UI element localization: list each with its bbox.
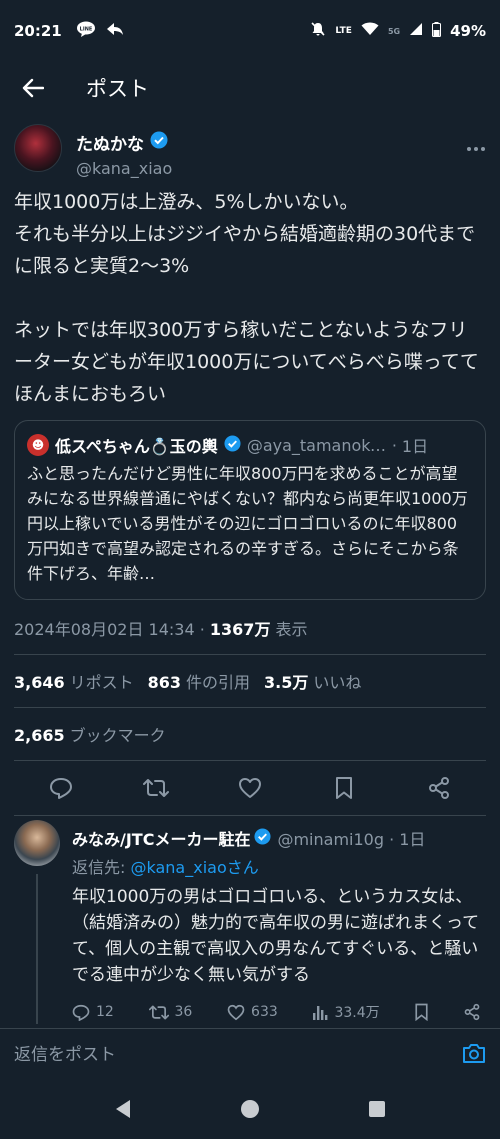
post-views-label: 表示 xyxy=(270,620,308,639)
more-options-icon[interactable] xyxy=(466,136,486,157)
battery-icon xyxy=(432,21,442,41)
wifi-icon xyxy=(361,22,379,40)
bookmark-count-link[interactable]: 2,665 ブックマーク xyxy=(14,722,166,746)
quote-avatar: ☻ xyxy=(27,434,49,456)
quote-label: 件の引用 xyxy=(186,673,251,692)
nav-back-icon[interactable] xyxy=(114,1099,132,1123)
verified-badge-icon xyxy=(224,434,241,456)
quoted-post[interactable]: ☻ 低スペちゃん💍玉の輿 @aya_tamanoko... · 1日 ふと思った… xyxy=(14,420,486,600)
bookmark-count: 2,665 xyxy=(14,726,65,745)
post-datetime: 2024年08月02日 14:34 · xyxy=(14,620,210,639)
share-icon[interactable] xyxy=(424,773,454,803)
post-text: 年収1000万は上澄み、5%しかいない。 それも半分以上はジジイやから結婚適齢期… xyxy=(14,191,479,405)
repost-icon[interactable] xyxy=(141,773,171,803)
reply-to-user-link[interactable]: @kana_xiaoさん xyxy=(130,858,258,877)
quote-text: ふと思ったんだけど男性に年収800万円を求めることが高望みになる世界線普通にやば… xyxy=(27,464,468,583)
reply-composer xyxy=(0,1028,500,1080)
page-title: ポスト xyxy=(86,77,149,101)
reply-views-count: 33.4万 xyxy=(334,1005,380,1021)
author-handle: @kana_xiao xyxy=(76,159,173,178)
app-header: ポスト xyxy=(0,62,500,114)
reply-post[interactable]: みなみ/JTCメーカー駐在 @minami10g · 1日 返信先: @kana… xyxy=(14,820,486,1024)
reply-repost-count: 36 xyxy=(174,1004,193,1020)
quote-time: 1日 xyxy=(401,437,429,456)
avatar[interactable] xyxy=(14,124,62,172)
repost-icon xyxy=(148,1005,169,1019)
like-label: いいね xyxy=(313,673,362,692)
mute-bell-icon xyxy=(310,21,326,41)
divider xyxy=(14,815,486,816)
signal-icon xyxy=(409,22,423,40)
reply-input[interactable] xyxy=(14,1044,462,1065)
reply-reply-button[interactable]: 12 xyxy=(72,1004,114,1021)
reply-text: 年収1000万の男はゴロゴロいる、というカス女は、（結婚済みの）魅力的で高年収の… xyxy=(72,887,480,985)
reply-reply-count: 12 xyxy=(96,1004,114,1020)
reply-handle: @minami10g · 1日 xyxy=(277,830,426,849)
nav-home-icon[interactable] xyxy=(240,1099,260,1123)
nav-recents-icon[interactable] xyxy=(368,1100,386,1122)
quote-count: 863 xyxy=(147,673,182,692)
reply-like-count: 633 xyxy=(251,1004,278,1020)
reply-views-button[interactable]: 33.4万 xyxy=(312,1002,380,1022)
reply-to-prefix: 返信先: xyxy=(72,858,131,877)
like-heart-icon[interactable] xyxy=(235,773,265,803)
reply-repost-button[interactable]: 36 xyxy=(148,1004,193,1021)
system-nav-bar xyxy=(0,1082,500,1139)
quote-handle: @aya_tamanoko... xyxy=(246,435,387,455)
quote-separator: · xyxy=(391,435,397,455)
quote-author-name: 低スペちゃん💍玉の輿 xyxy=(55,437,218,456)
share-icon xyxy=(464,1003,480,1021)
battery-level: 49% xyxy=(450,22,486,40)
post-author: たぬかな @kana_xiao xyxy=(14,124,486,184)
svg-text:LINE: LINE xyxy=(79,27,92,33)
reply-bookmark-button[interactable] xyxy=(414,1003,429,1021)
verified-badge-icon xyxy=(150,131,168,154)
thread-line xyxy=(36,874,38,1024)
views-chart-icon xyxy=(313,1006,328,1020)
reply-avatar[interactable] xyxy=(14,820,60,866)
line-app-icon: LINE xyxy=(76,21,96,41)
bookmark-label: ブックマーク xyxy=(69,726,166,745)
author-name[interactable]: たぬかな xyxy=(76,130,144,155)
bookmark-icon[interactable] xyxy=(329,773,359,803)
reply-share-button[interactable] xyxy=(464,1003,480,1021)
reply-icon[interactable] xyxy=(46,773,76,803)
engagement-stats: 3,646 リポスト 863 件の引用 3.5万 いいね xyxy=(14,655,486,707)
verified-badge-icon xyxy=(254,827,271,849)
status-time: 20:21 xyxy=(14,22,62,40)
post-views: 1367万 xyxy=(209,620,271,639)
post-actions xyxy=(14,761,486,815)
repost-count: 3,646 xyxy=(14,673,65,692)
quote-count-link[interactable]: 863 件の引用 xyxy=(148,669,250,693)
reply-author-name[interactable]: みなみ/JTCメーカー駐在 xyxy=(72,826,250,850)
main-post: たぬかな @kana_xiao 年収1000万は上澄み、5%しかいない。 それも… xyxy=(14,124,486,816)
reply-to: 返信先: @kana_xiaoさん xyxy=(72,854,486,878)
post-meta: 2024年08月02日 14:34 · 1367万 表示 xyxy=(14,616,486,642)
camera-icon[interactable] xyxy=(462,1042,486,1068)
bookmark-icon xyxy=(415,1003,428,1021)
like-heart-icon xyxy=(227,1004,245,1020)
like-count-link[interactable]: 3.5万 いいね xyxy=(264,669,361,693)
reply-icon xyxy=(72,1004,90,1021)
bookmark-stats: 2,665 ブックマーク xyxy=(14,708,486,760)
share-forward-icon xyxy=(106,21,124,41)
network-label: LTE xyxy=(335,25,352,36)
back-arrow-icon[interactable] xyxy=(6,62,60,114)
author-info[interactable]: たぬかな @kana_xiao xyxy=(76,130,172,178)
like-count: 3.5万 xyxy=(264,673,309,692)
repost-label: リポスト xyxy=(69,673,134,692)
reply-like-button[interactable]: 633 xyxy=(227,1004,278,1021)
reply-actions: 12 36 633 33.4万 xyxy=(72,1002,486,1022)
network-small-label: 5G xyxy=(387,26,401,36)
repost-count-link[interactable]: 3,646 リポスト xyxy=(14,669,134,693)
status-bar: 20:21 LINE LTE 5G 49% xyxy=(0,0,500,62)
